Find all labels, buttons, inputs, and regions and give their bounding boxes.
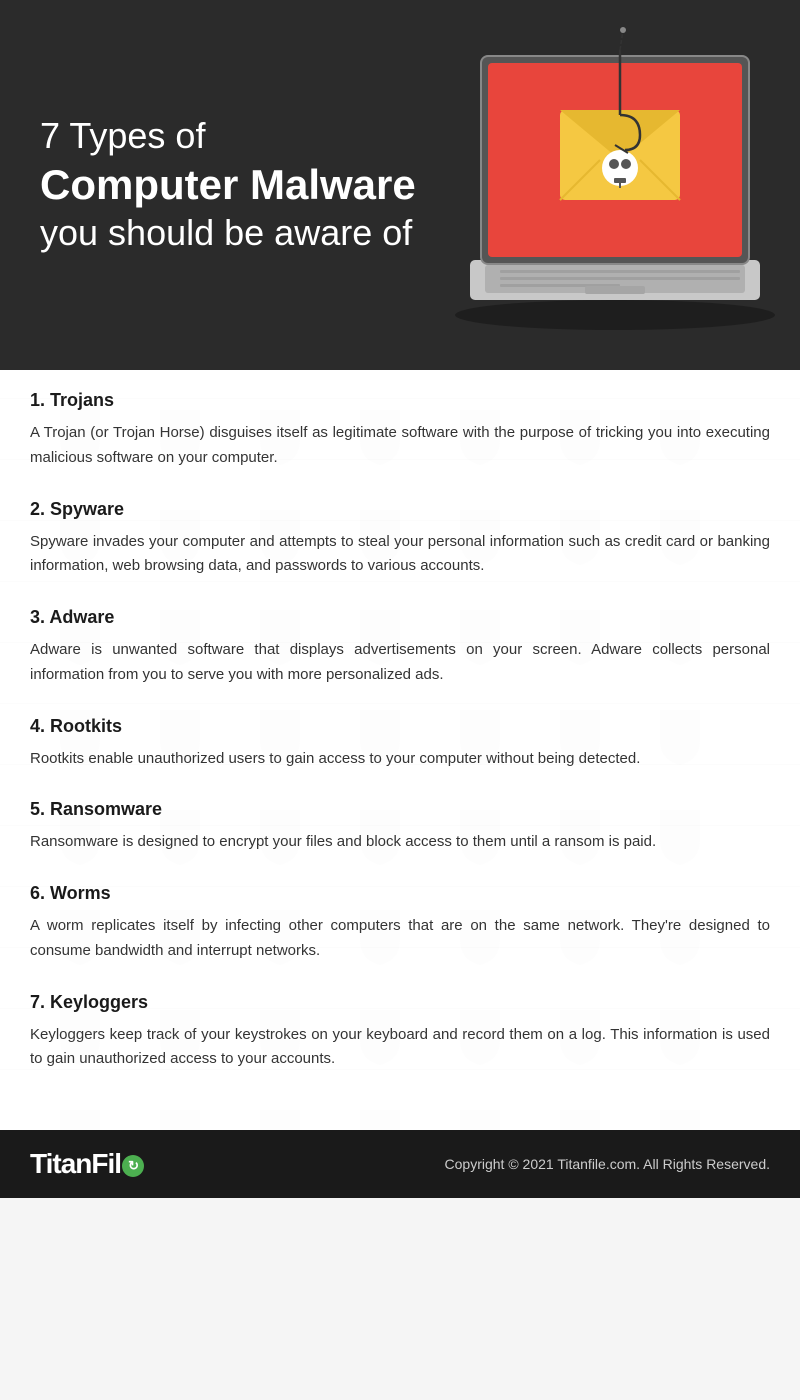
header: 7 Types of Computer Malware you should b…: [0, 0, 800, 370]
title-line2: Computer Malware: [40, 160, 420, 210]
malware-item: 4. Rootkits Rootkits enable unauthorized …: [30, 716, 770, 772]
malware-item: 5. Ransomware Ransomware is designed to e…: [30, 799, 770, 855]
malware-title: 6. Worms: [30, 883, 770, 904]
malware-title: 5. Ransomware: [30, 799, 770, 820]
malware-title: 7. Keyloggers: [30, 992, 770, 1013]
malware-item: 1. Trojans A Trojan (or Trojan Horse) dis…: [30, 390, 770, 471]
malware-title: 2. Spyware: [30, 499, 770, 520]
malware-title: 3. Adware: [30, 607, 770, 628]
malware-description: Adware is unwanted software that display…: [30, 638, 770, 688]
logo-icon: ↻: [122, 1155, 144, 1177]
header-title-block: 7 Types of Computer Malware you should b…: [0, 73, 420, 297]
title-line1: 7 Types of: [40, 113, 420, 160]
malware-title: 4. Rootkits: [30, 716, 770, 737]
malware-list: 1. Trojans A Trojan (or Trojan Horse) dis…: [30, 390, 770, 1072]
footer-logo: TitanFil↻: [30, 1148, 144, 1180]
footer: TitanFil↻ Copyright © 2021 Titanfile.com…: [0, 1130, 800, 1198]
content-area: 1. Trojans A Trojan (or Trojan Horse) dis…: [0, 370, 800, 1130]
logo-text: TitanFil: [30, 1148, 121, 1179]
malware-description: A Trojan (or Trojan Horse) disguises its…: [30, 421, 770, 471]
title-line3: you should be aware of: [40, 210, 420, 257]
malware-description: Rootkits enable unauthorized users to ga…: [30, 747, 770, 772]
malware-title: 1. Trojans: [30, 390, 770, 411]
malware-description: Keyloggers keep track of your keystrokes…: [30, 1023, 770, 1073]
malware-item: 6. Worms A worm replicates itself by infe…: [30, 883, 770, 964]
malware-item: 3. Adware Adware is unwanted software tha…: [30, 607, 770, 688]
footer-copyright: Copyright © 2021 Titanfile.com. All Righ…: [445, 1156, 770, 1172]
malware-description: Ransomware is designed to encrypt your f…: [30, 830, 770, 855]
malware-item: 7. Keyloggers Keyloggers keep track of yo…: [30, 992, 770, 1073]
malware-description: A worm replicates itself by infecting ot…: [30, 914, 770, 964]
laptop-illustration: [430, 20, 790, 350]
malware-description: Spyware invades your computer and attemp…: [30, 530, 770, 580]
malware-item: 2. Spyware Spyware invades your computer …: [30, 499, 770, 580]
